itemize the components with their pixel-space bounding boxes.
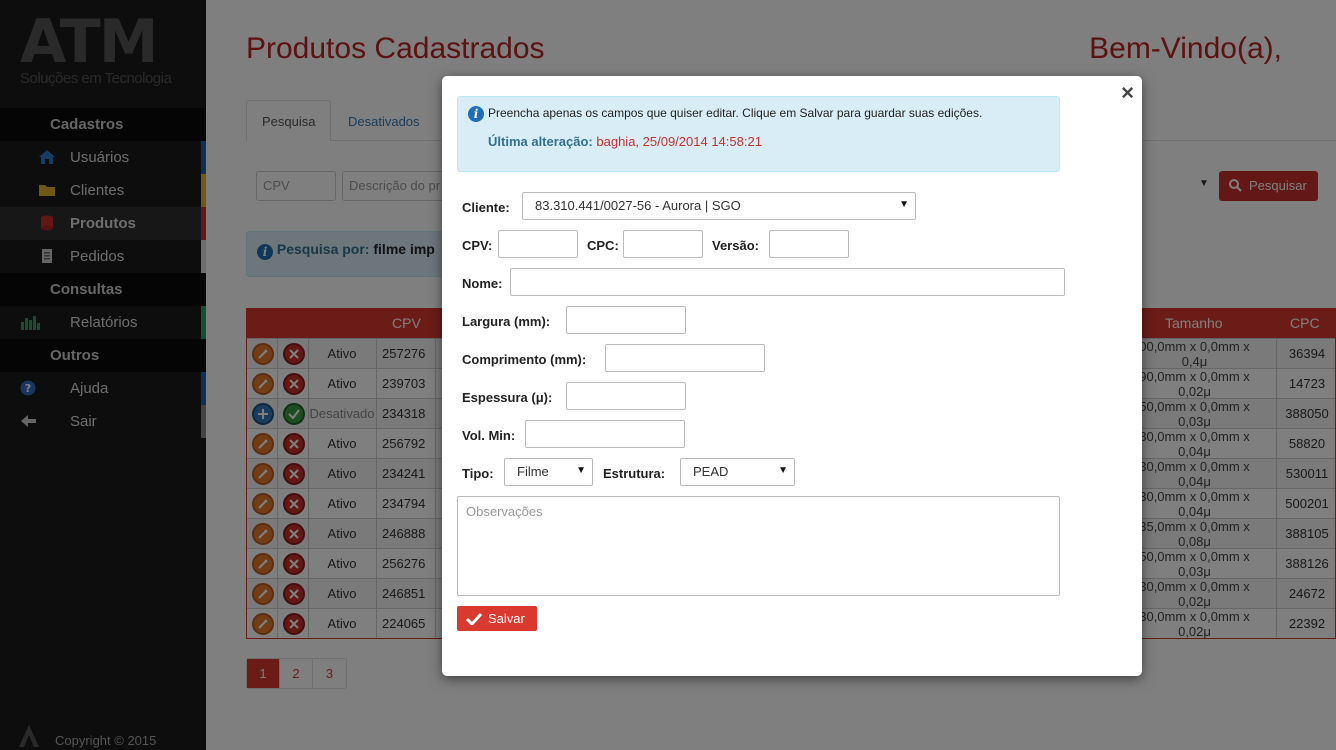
save-button-label: Salvar [488,611,525,626]
comprimento-field[interactable] [605,344,765,372]
cpv-label: CPV: [462,238,493,253]
largura-label: Largura (mm): [462,314,551,329]
last-change: Última alteração: baghia, 25/09/2014 14:… [488,134,762,149]
cpc-field[interactable] [623,230,703,258]
last-change-value: baghia, 25/09/2014 14:58:21 [596,134,762,149]
close-button[interactable]: × [1121,80,1134,106]
edit-product-modal: × i Preencha apenas os campos que quiser… [442,76,1142,676]
edit-info-alert: i Preencha apenas os campos que quiser e… [457,96,1060,172]
tipo-select[interactable]: Filme ▼ [504,458,593,486]
chevron-down-icon: ▼ [778,465,788,476]
versao-label: Versão: [712,238,759,253]
volmin-label: Vol. Min: [462,428,516,443]
estrutura-label: Estrutura: [603,466,666,481]
save-button[interactable]: Salvar [457,606,537,631]
chevron-down-icon: ▼ [576,465,586,476]
versao-field[interactable] [769,230,849,258]
cliente-label: Cliente: [462,200,510,215]
espessura-field[interactable] [566,382,686,410]
cliente-select[interactable]: 83.310.441/0027-56 - Aurora | SGO ▼ [522,192,916,220]
chevron-down-icon: ▼ [899,199,909,210]
info-icon: i [468,106,484,122]
last-change-label: Última alteração: [488,134,593,149]
check-icon [466,612,482,625]
cpv-field[interactable] [498,230,578,258]
largura-field[interactable] [566,306,686,334]
edit-info-text: Preencha apenas os campos que quiser edi… [488,106,983,120]
estrutura-select-value: PEAD [693,464,729,479]
observacoes-textarea[interactable]: Observações [457,496,1060,596]
nome-field[interactable] [510,268,1065,296]
espessura-label: Espessura (μ): [462,390,553,405]
cliente-select-value: 83.310.441/0027-56 - Aurora | SGO [535,198,741,213]
cpc-label: CPC: [587,238,619,253]
volmin-field[interactable] [525,420,685,448]
nome-label: Nome: [462,276,503,291]
tipo-label: Tipo: [462,466,494,481]
estrutura-select[interactable]: PEAD ▼ [680,458,795,486]
comprimento-label: Comprimento (mm): [462,352,587,367]
tipo-select-value: Filme [517,464,549,479]
